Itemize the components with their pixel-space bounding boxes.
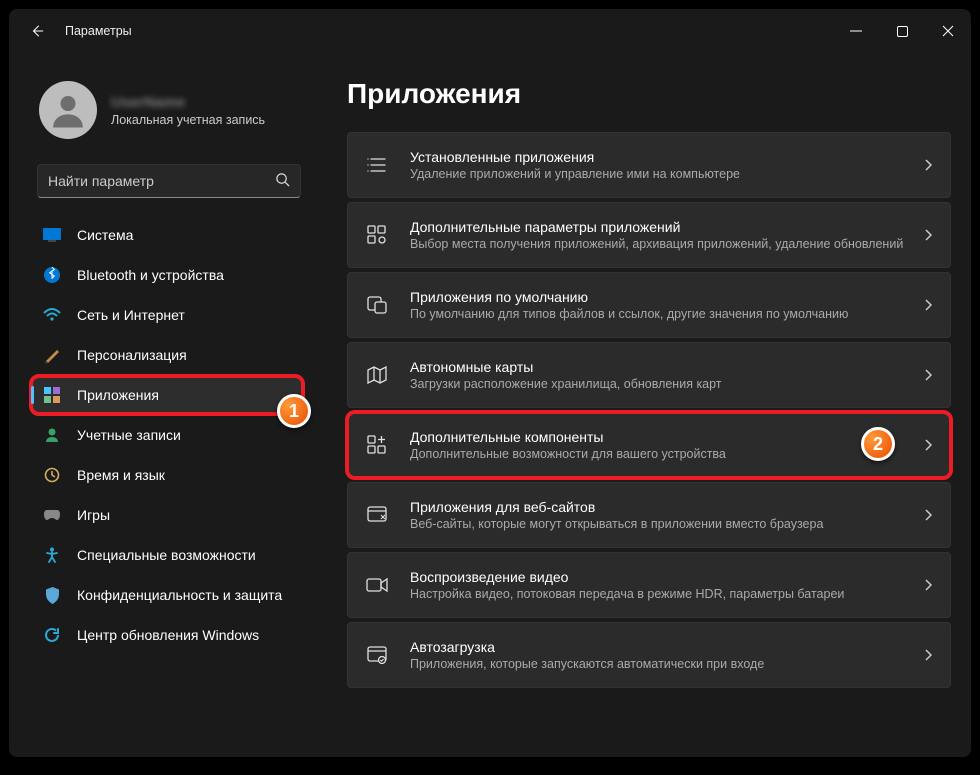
account-block[interactable]: UserName Локальная учетная запись — [31, 73, 309, 154]
card-installed-apps[interactable]: Установленные приложения Удаление прилож… — [347, 132, 951, 198]
card-sub: Удаление приложений и управление ими на … — [410, 167, 914, 181]
accessibility-icon — [43, 546, 61, 564]
chevron-right-icon — [924, 159, 932, 171]
clock-icon — [43, 466, 61, 484]
card-sub: Дополнительные возможности для вашего ус… — [410, 447, 914, 461]
sidebar-item-label: Специальные возможности — [77, 547, 256, 563]
sidebar-item-label: Приложения — [77, 387, 159, 403]
minimize-button[interactable] — [833, 9, 879, 53]
sidebar-item-gaming[interactable]: Игры — [31, 496, 303, 534]
card-title: Приложения по умолчанию — [410, 289, 914, 305]
sidebar-item-accessibility[interactable]: Специальные возможности — [31, 536, 303, 574]
card-title: Дополнительные компоненты — [410, 429, 914, 445]
card-title: Воспроизведение видео — [410, 569, 914, 585]
chevron-right-icon — [924, 439, 932, 451]
card-sub: Приложения, которые запускаются автомати… — [410, 657, 914, 671]
card-apps-for-websites[interactable]: Приложения для веб-сайтов Веб-сайты, кот… — [347, 482, 951, 548]
map-icon — [366, 364, 388, 386]
card-title: Приложения для веб-сайтов — [410, 499, 914, 515]
sidebar-item-label: Персонализация — [77, 347, 187, 363]
card-title: Автозагрузка — [410, 639, 914, 655]
settings-window: Параметры UserName Локальная учетная зап… — [9, 9, 971, 757]
sidebar-item-label: Сеть и Интернет — [77, 307, 185, 323]
avatar — [39, 81, 97, 139]
sidebar-item-label: Конфиденциальность и защита — [77, 587, 282, 603]
paintbrush-icon — [43, 346, 61, 364]
sidebar-item-label: Центр обновления Windows — [77, 627, 259, 643]
sidebar-item-accounts[interactable]: Учетные записи — [31, 416, 303, 454]
cards: Установленные приложения Удаление прилож… — [347, 132, 951, 688]
titlebar-title: Параметры — [65, 24, 132, 38]
page-title: Приложения — [347, 78, 951, 110]
maximize-button[interactable] — [879, 9, 925, 53]
content: UserName Локальная учетная запись Систем… — [9, 53, 971, 757]
nav: Система Bluetooth и устройства Сеть и Ин… — [31, 216, 309, 654]
sidebar: UserName Локальная учетная запись Систем… — [9, 53, 317, 757]
sidebar-item-label: Bluetooth и устройства — [77, 267, 224, 283]
chevron-right-icon — [924, 299, 932, 311]
chevron-right-icon — [924, 579, 932, 591]
card-sub: Веб-сайты, которые могут открываться в п… — [410, 517, 914, 531]
shield-icon — [43, 586, 61, 604]
chevron-right-icon — [924, 369, 932, 381]
sidebar-item-label: Время и язык — [77, 467, 165, 483]
accounts-icon — [43, 426, 61, 444]
chevron-right-icon — [924, 229, 932, 241]
sidebar-item-label: Игры — [77, 507, 110, 523]
sidebar-item-update[interactable]: Центр обновления Windows — [31, 616, 303, 654]
sidebar-item-personalization[interactable]: Персонализация — [31, 336, 303, 374]
account-type: Локальная учетная запись — [111, 113, 265, 127]
card-startup[interactable]: Автозагрузка Приложения, которые запуска… — [347, 622, 951, 688]
video-icon — [366, 574, 388, 596]
card-sub: По умолчанию для типов файлов и ссылок, … — [410, 307, 914, 321]
list-icon — [366, 154, 388, 176]
system-icon — [43, 226, 61, 244]
sidebar-item-label: Система — [77, 227, 133, 243]
window-controls — [833, 9, 971, 53]
sidebar-item-apps[interactable]: Приложения 1 — [31, 376, 303, 414]
apps-gear-icon — [366, 224, 388, 246]
wifi-icon — [43, 306, 61, 324]
search-box[interactable] — [37, 164, 301, 198]
card-offline-maps[interactable]: Автономные карты Загрузки расположение х… — [347, 342, 951, 408]
card-title: Дополнительные параметры приложений — [410, 219, 914, 235]
update-icon — [43, 626, 61, 644]
main: Приложения Установленные приложения Удал… — [317, 53, 971, 757]
step-badge-one: 1 — [277, 394, 311, 428]
apps-icon — [43, 386, 61, 404]
card-title: Автономные карты — [410, 359, 914, 375]
card-optional-features[interactable]: Дополнительные компоненты Дополнительные… — [347, 412, 951, 478]
sidebar-item-bluetooth[interactable]: Bluetooth и устройства — [31, 256, 303, 294]
card-title: Установленные приложения — [410, 149, 914, 165]
gamepad-icon — [43, 506, 61, 524]
card-sub: Настройка видео, потоковая передача в ре… — [410, 587, 914, 601]
step-badge-two: 2 — [861, 427, 895, 461]
account-name: UserName — [111, 94, 265, 111]
card-default-apps[interactable]: Приложения по умолчанию По умолчанию для… — [347, 272, 951, 338]
back-button[interactable] — [29, 23, 45, 39]
card-video-playback[interactable]: Воспроизведение видео Настройка видео, п… — [347, 552, 951, 618]
website-apps-icon — [366, 504, 388, 526]
sidebar-item-network[interactable]: Сеть и Интернет — [31, 296, 303, 334]
card-advanced-app-settings[interactable]: Дополнительные параметры приложений Выбо… — [347, 202, 951, 268]
chevron-right-icon — [924, 649, 932, 661]
search-icon — [275, 172, 290, 190]
card-sub: Загрузки расположение хранилища, обновле… — [410, 377, 914, 391]
bluetooth-icon — [43, 266, 61, 284]
default-apps-icon — [366, 294, 388, 316]
sidebar-item-time[interactable]: Время и язык — [31, 456, 303, 494]
sidebar-item-system[interactable]: Система — [31, 216, 303, 254]
chevron-right-icon — [924, 509, 932, 521]
startup-icon — [366, 644, 388, 666]
optional-features-icon — [366, 434, 388, 456]
card-sub: Выбор места получения приложений, архива… — [410, 237, 914, 251]
search-input[interactable] — [48, 173, 275, 189]
close-button[interactable] — [925, 9, 971, 53]
sidebar-item-label: Учетные записи — [77, 427, 181, 443]
titlebar: Параметры — [9, 9, 971, 53]
sidebar-item-privacy[interactable]: Конфиденциальность и защита — [31, 576, 303, 614]
